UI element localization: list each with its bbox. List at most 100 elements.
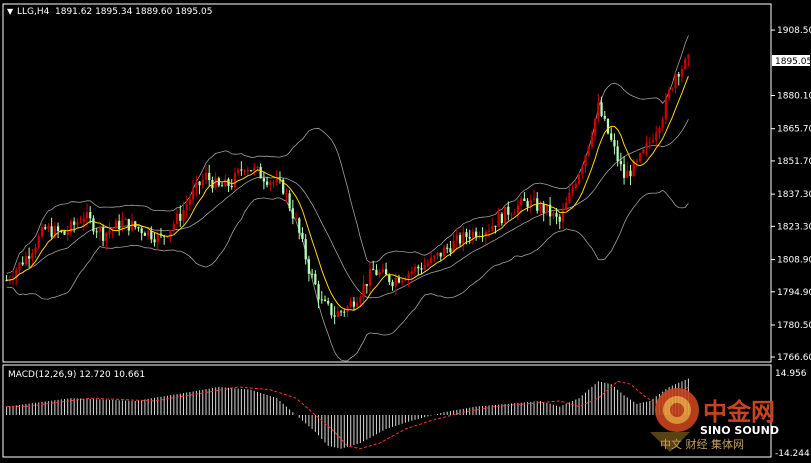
candle-body xyxy=(156,233,159,243)
candle-body xyxy=(597,102,600,119)
candle-body xyxy=(433,255,436,258)
candle-body xyxy=(555,213,558,217)
price-tick-label: 1823.30 xyxy=(777,222,811,232)
candle-body xyxy=(150,230,153,240)
candle-body xyxy=(208,172,211,181)
candle-body xyxy=(320,299,323,301)
candle-body xyxy=(610,133,613,140)
candle-body xyxy=(594,118,597,136)
candle-body xyxy=(323,299,327,301)
candle-body xyxy=(616,146,619,162)
candle-body xyxy=(291,208,294,219)
candle-body xyxy=(301,232,304,240)
candle-body xyxy=(50,226,53,237)
candle-body xyxy=(375,269,378,275)
candle-body xyxy=(413,266,417,272)
symbol-title: LLG,H4 xyxy=(17,7,50,17)
price-tick-label: 1908.50 xyxy=(777,26,811,36)
candle-body xyxy=(622,164,626,178)
chart-dropdown-icon[interactable]: ▼ xyxy=(7,7,14,16)
candle-body xyxy=(269,182,272,185)
price-tick-label: 1837.30 xyxy=(777,190,811,200)
candle-body xyxy=(664,98,668,120)
candle-body xyxy=(224,179,227,187)
candle-body xyxy=(603,115,606,119)
candle-body xyxy=(253,167,256,172)
candle-body xyxy=(420,268,423,270)
price-chart[interactable]: 1908.50 1880.10 1865.70 1851.70 1837.30 1823.… xyxy=(0,0,811,463)
candle-body xyxy=(27,256,31,259)
candle-body xyxy=(95,231,98,233)
candle-body xyxy=(542,203,545,213)
candle-body xyxy=(516,205,520,214)
candle-body xyxy=(577,174,581,185)
candle-body xyxy=(339,311,343,313)
price-panel[interactable] xyxy=(2,3,772,363)
candle-body xyxy=(667,89,671,99)
price-tick-label: 1808.90 xyxy=(777,256,811,266)
candle-body xyxy=(114,220,118,229)
macd-label: MACD(12,26,9) 12.720 10.661 xyxy=(8,370,145,380)
candle-body xyxy=(397,278,401,283)
candle-body xyxy=(635,160,639,162)
candle-body xyxy=(262,178,266,182)
candle-body xyxy=(365,284,368,286)
macd-histogram xyxy=(6,378,689,449)
candle-body xyxy=(587,146,590,156)
candle-body xyxy=(491,225,494,231)
candle-body xyxy=(185,204,188,210)
candle-body xyxy=(458,235,462,244)
fast-ma xyxy=(6,76,689,311)
candle-body xyxy=(674,74,677,89)
candle-body xyxy=(237,169,240,174)
candle-body xyxy=(118,220,121,230)
candle-body xyxy=(47,226,50,229)
candle-body xyxy=(584,155,587,167)
candle-body xyxy=(446,247,449,249)
candle-body xyxy=(423,265,426,270)
candle-body xyxy=(40,227,44,237)
candle-body xyxy=(333,315,336,317)
watermark-en: SINO SOUND xyxy=(700,424,779,437)
candle-body xyxy=(568,192,571,203)
candle-body xyxy=(24,256,28,265)
candle-body xyxy=(503,206,507,223)
candle-body xyxy=(532,198,536,200)
candle-body xyxy=(671,88,674,90)
candle-body xyxy=(468,237,471,239)
candle-body xyxy=(590,135,594,147)
candle-body xyxy=(310,273,314,275)
candle-body xyxy=(661,119,664,128)
upper-band xyxy=(6,35,689,274)
candle-body xyxy=(526,200,529,207)
candle-body xyxy=(500,213,503,223)
candle-body xyxy=(327,300,330,304)
candle-body xyxy=(240,169,243,171)
candle-body xyxy=(352,301,356,307)
candle-body xyxy=(407,273,410,280)
candle-body xyxy=(18,262,21,270)
candle-body xyxy=(680,68,684,77)
candle-body xyxy=(192,188,195,200)
watermark-cn: 中金网 xyxy=(703,398,775,426)
price-tick-label: 1865.70 xyxy=(777,125,811,135)
candle-body xyxy=(82,218,85,223)
candle-body xyxy=(381,269,385,273)
candle-body xyxy=(642,149,645,154)
candle-body xyxy=(172,224,175,230)
candle-body xyxy=(356,302,359,307)
candle-body xyxy=(494,225,497,227)
candle-body xyxy=(349,301,352,307)
candle-body xyxy=(629,170,632,177)
watermark-sub: 中文 财经 集体网 xyxy=(660,437,744,451)
candle-body xyxy=(317,284,320,300)
candle-body xyxy=(79,222,82,224)
candle-body xyxy=(214,178,217,189)
candle-body xyxy=(143,233,147,236)
candle-body xyxy=(378,272,381,275)
candle-body xyxy=(175,213,179,225)
candle-body xyxy=(429,257,433,264)
candle-body xyxy=(510,214,513,216)
candle-body xyxy=(600,102,603,116)
candle-body xyxy=(304,239,307,260)
